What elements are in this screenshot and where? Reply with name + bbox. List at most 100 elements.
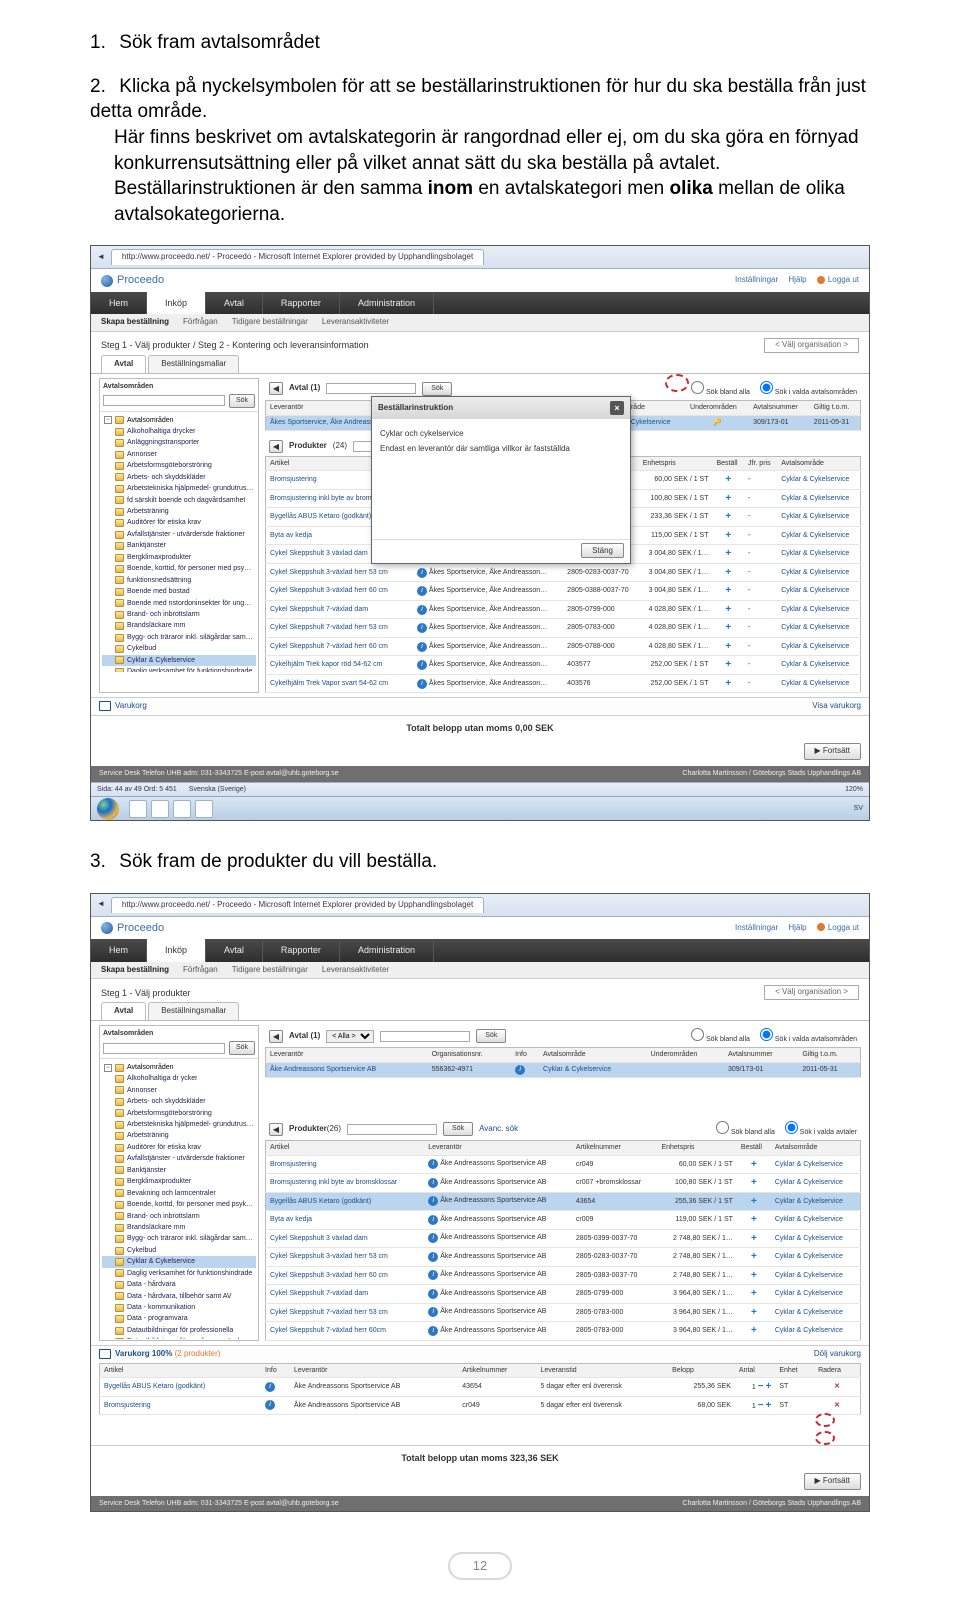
add-icon[interactable]: + [725,530,731,541]
info-icon[interactable]: i [417,586,427,596]
subnav-skapa[interactable]: Skapa beställning [101,317,169,328]
add-icon[interactable]: + [725,567,731,578]
key-icon[interactable]: 🔑 [713,419,722,426]
product-row[interactable]: Cykelhjälm Trek kapor röd 54-62 cmi Åkes… [266,656,861,675]
add-icon[interactable]: + [751,1307,757,1318]
product-row[interactable]: Bygellås ABUS Ketaro (godkänt)i Åke Andr… [266,1192,861,1211]
tree-item[interactable]: Datautbildningar för professionella [102,1325,256,1336]
plus-icon[interactable]: + [766,1381,772,1392]
info-icon[interactable]: i [428,1159,438,1169]
info-icon[interactable]: i [428,1252,438,1262]
add-icon[interactable]: + [725,641,731,652]
tree-item[interactable]: Annonser [102,449,256,460]
add-icon[interactable]: + [725,622,731,633]
info-icon[interactable]: i [417,623,427,633]
nav-admin[interactable]: Administration [340,939,434,961]
info-icon[interactable]: i [428,1289,438,1299]
tree-item[interactable]: Arbetsträning [102,506,256,517]
info-icon[interactable]: i [417,642,427,652]
plus-icon[interactable]: + [766,1400,772,1411]
avtal-all-select[interactable]: < Alla > [326,1030,374,1043]
tree-item[interactable]: Banktjänster [102,1165,256,1176]
subtab-bst[interactable]: Beställningsmallar [148,355,239,373]
taskbar-icon[interactable] [195,800,213,818]
subnav-forfragan[interactable]: Förfrågan [183,965,218,976]
delete-icon[interactable]: ✕ [834,1402,840,1409]
tree-item[interactable]: Arbetstekniska hjälpmedel- grundutrustni… [102,1119,256,1130]
tree-item[interactable]: Boende med nstordoninsekter för unga män [102,598,256,609]
product-row[interactable]: Cykel Skeppshult 7-växlad dami Åkes Spor… [266,600,861,619]
add-icon[interactable]: + [751,1177,757,1188]
add-icon[interactable]: + [751,1214,757,1225]
link-loggaut[interactable]: Logga ut [817,923,859,932]
subnav-levakt[interactable]: Leveransaktiviteter [322,965,389,976]
browser-back-icon[interactable]: ◄ [97,252,105,263]
info-icon[interactable]: i [428,1196,438,1206]
tree-item[interactable]: Anläggningstransporter [102,437,256,448]
add-icon[interactable]: + [751,1325,757,1336]
produkter-search-input[interactable] [347,1124,437,1135]
tree-item[interactable]: Bevakning och larmcentraler [102,1188,256,1199]
tree-item[interactable]: Brandsläckare mm [102,620,256,631]
tree-item[interactable]: Bygg- och träraror inkl. silägårdar samt… [102,632,256,643]
tree-item[interactable]: Brandsläckare mm [102,1222,256,1233]
tree-item[interactable]: Brand- och inbrottslarm [102,1211,256,1222]
add-icon[interactable]: + [725,585,731,596]
add-icon[interactable]: + [751,1159,757,1170]
tree-item[interactable]: Daglig verksamhet för funktionshindrade [102,666,256,671]
nav-hem[interactable]: Hem [91,939,147,961]
supplier-row[interactable]: Åke Andreassons Sportservice AB 556362-4… [266,1062,861,1077]
info-icon[interactable]: i [428,1233,438,1243]
produkter-search-button[interactable]: Sök [443,1122,473,1135]
add-icon[interactable]: + [725,511,731,522]
link-installningar[interactable]: Inställningar [735,275,778,284]
info-icon[interactable]: i [417,605,427,615]
info-icon[interactable]: i [428,1307,438,1317]
tree-item[interactable]: Bygg- och träraror inkl. silägårdar samt… [102,1233,256,1244]
info-icon[interactable]: i [428,1270,438,1280]
close-icon[interactable]: × [610,401,624,415]
radio-all[interactable]: Sök bland alla [716,1121,775,1137]
add-icon[interactable]: + [725,548,731,559]
avanc-link[interactable]: Avanc. sök [479,1124,518,1135]
avtal-search-button[interactable]: Sök [422,382,452,395]
tree-list[interactable]: −AvtalsområdenAlkoholhaltiga dr yckerAnn… [100,1059,258,1339]
tree-item[interactable]: Banktjänster [102,540,256,551]
tree-item[interactable]: Cykelbud [102,643,256,654]
sidebar-search-input[interactable] [103,395,225,406]
product-row[interactable]: Cykel Skeppshult 3-växlad herr 60 cmi Åk… [266,1266,861,1285]
add-icon[interactable]: + [751,1251,757,1262]
product-row[interactable]: Cykel Skeppshult 7-växlad herr 53 cmi Åk… [266,1303,861,1322]
subnav-forfragan[interactable]: Förfrågan [183,317,218,328]
product-row[interactable]: Cykel Skeppshult 7-växlad herr 60 cmi Åk… [266,637,861,656]
info-icon[interactable]: i [265,1400,275,1410]
subnav-tidigare[interactable]: Tidigare beställningar [232,317,308,328]
sidebar-search-button[interactable]: Sök [229,394,255,407]
tree-item[interactable]: Annonser [102,1085,256,1096]
nav-inkop[interactable]: Inköp [147,292,206,314]
chevron-left-icon[interactable]: ◀ [269,382,283,395]
info-icon[interactable]: i [265,1382,275,1392]
add-icon[interactable]: + [725,474,731,485]
minus-icon[interactable]: − [758,1400,764,1411]
tree-item[interactable]: −Avtalsområden [102,1062,256,1073]
tree-item[interactable]: Data - hårdvara [102,1279,256,1290]
tree-item[interactable]: Data - hårdvara, tillbehör samt AV [102,1291,256,1302]
tree-item[interactable]: Datautbildningar för vanliga an vändare [102,1336,256,1339]
product-row[interactable]: Cykel Skeppshult 7-växlad dami Åke Andre… [266,1285,861,1304]
link-installningar[interactable]: Inställningar [735,923,778,932]
add-icon[interactable]: + [751,1288,757,1299]
chevron-left-icon[interactable]: ◀ [269,1030,283,1043]
tree-item[interactable]: Arbetsträning [102,1130,256,1141]
nav-avtal[interactable]: Avtal [206,939,263,961]
add-icon[interactable]: + [725,659,731,670]
add-icon[interactable]: + [725,604,731,615]
tree-item[interactable]: Brand- och inbrottslarm [102,609,256,620]
avtal-search-input[interactable] [380,1031,470,1042]
add-icon[interactable]: + [725,493,731,504]
product-row[interactable]: Cykel Skeppshult 3-växlad herr 53 cmi Åk… [266,1248,861,1267]
tree-item[interactable]: Data - kommunikation [102,1302,256,1313]
product-row[interactable]: Byta av kedjai Åke Andreassons Sportserv… [266,1211,861,1230]
link-hjalp[interactable]: Hjälp [788,275,806,284]
nav-avtal[interactable]: Avtal [206,292,263,314]
